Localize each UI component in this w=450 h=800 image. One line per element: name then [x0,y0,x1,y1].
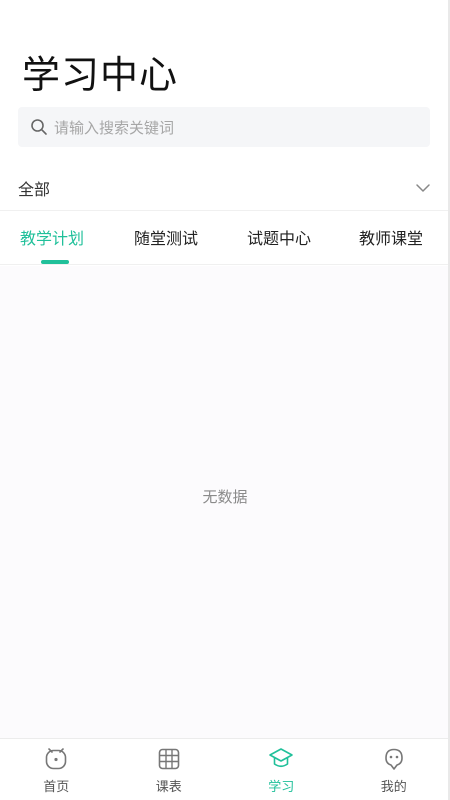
profile-icon [381,746,407,772]
search-input[interactable]: 请输入搜索关键词 [18,107,430,147]
nav-label-home: 首页 [43,780,70,795]
content-area: 无数据 [0,266,450,738]
home-icon [43,746,69,772]
tab-question-bank[interactable]: 试题中心 [247,213,311,265]
search-placeholder: 请输入搜索关键词 [54,118,175,137]
nav-item-home[interactable]: 首页 [0,739,113,800]
bottom-navigation: 首页 课表 学习 我的 [0,738,450,800]
tab-teacher-classroom[interactable]: 教师课堂 [359,213,423,265]
nav-item-profile[interactable]: 我的 [338,739,450,800]
category-filter-dropdown[interactable]: 全部 [0,165,450,211]
nav-item-timetable[interactable]: 课表 [113,739,226,800]
tab-teaching-plan[interactable]: 教学计划 [20,213,84,265]
filter-label: 全部 [18,179,51,199]
nav-item-study[interactable]: 学习 [225,739,338,800]
app-screen: 学习中心 请输入搜索关键词 全部 教学计划 随堂测试 试题中心 教师课堂 无数据 [0,0,450,800]
search-icon [30,118,48,136]
tab-class-quiz[interactable]: 随堂测试 [134,213,198,265]
nav-label-timetable: 课表 [155,780,182,795]
nav-label-study: 学习 [268,780,295,795]
chevron-down-icon [414,179,432,197]
graduation-cap-icon [268,746,294,772]
tab-bar: 教学计划 随堂测试 试题中心 教师课堂 [0,213,450,265]
timetable-icon [156,746,182,772]
nav-label-profile: 我的 [380,780,407,795]
page-title: 学习中心 [22,53,179,97]
active-tab-indicator [41,260,69,264]
empty-state-text: 无数据 [202,488,248,506]
